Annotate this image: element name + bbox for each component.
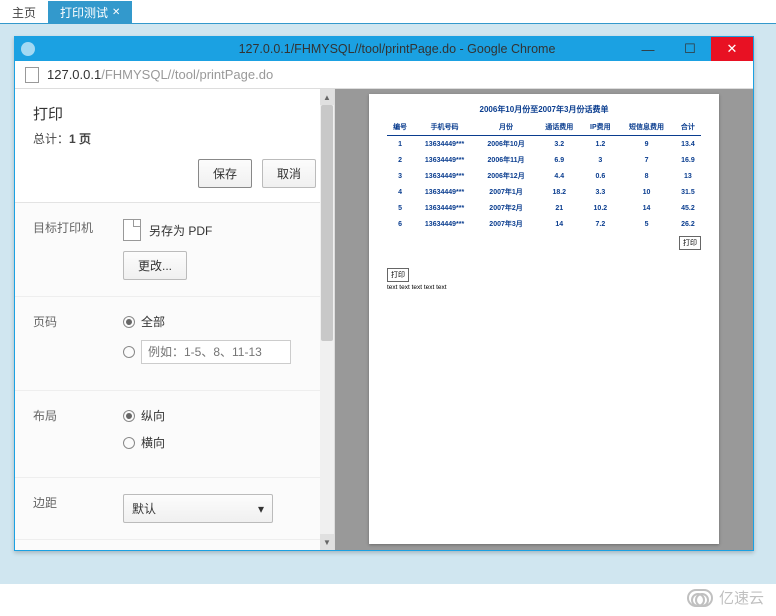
scroll-thumb[interactable] bbox=[321, 105, 333, 341]
layout-landscape-radio[interactable] bbox=[123, 437, 135, 449]
doc-title: 2006年10月份至2007年3月份话费单 bbox=[387, 104, 701, 115]
watermark-icon bbox=[687, 589, 713, 607]
address-bar[interactable]: 127.0.0.1/FHMYSQL//tool/printPage.do bbox=[15, 61, 753, 89]
table-header: 编号 bbox=[387, 119, 413, 136]
layout-label: 布局 bbox=[33, 407, 123, 461]
app-tab-bar: 主页 打印测试✕ bbox=[0, 0, 776, 24]
print-preview: 2006年10月份至2007年3月份话费单 编号手机号码月份通话费用IP费用短信… bbox=[335, 89, 753, 550]
table-header: 月份 bbox=[476, 119, 536, 136]
table-row: 513634449***2007年2月2110.21445.2 bbox=[387, 200, 701, 216]
table-header: 短信息费用 bbox=[618, 119, 675, 136]
print-total: 总计：1 页 bbox=[33, 130, 316, 147]
doc-print-button-2[interactable]: 打印 bbox=[387, 268, 409, 282]
chrome-window: 127.0.0.1/FHMYSQL//tool/printPage.do - G… bbox=[14, 36, 754, 551]
app-body: 127.0.0.1/FHMYSQL//tool/printPage.do - G… bbox=[0, 24, 776, 584]
minimize-button[interactable]: — bbox=[627, 37, 669, 61]
titlebar: 127.0.0.1/FHMYSQL//tool/printPage.do - G… bbox=[15, 37, 753, 61]
table-row: 113634449***2006年10月3.21.2913.4 bbox=[387, 136, 701, 153]
scroll-up-button[interactable]: ▲ bbox=[320, 89, 334, 105]
doc-print-button-1[interactable]: 打印 bbox=[679, 236, 701, 250]
pages-all-radio[interactable] bbox=[123, 316, 135, 328]
maximize-button[interactable]: ☐ bbox=[669, 37, 711, 61]
scroll-down-button[interactable]: ▼ bbox=[320, 534, 334, 550]
layout-portrait-radio[interactable] bbox=[123, 410, 135, 422]
pages-range-input[interactable] bbox=[141, 340, 291, 364]
print-panel: 打印 总计：1 页 保存 取消 目标打印机 另存为 PDF bbox=[15, 89, 335, 550]
table-row: 313634449***2006年12月4.40.6813 bbox=[387, 168, 701, 184]
margins-select[interactable]: 默认▾ bbox=[123, 494, 273, 523]
pages-label: 页码 bbox=[33, 313, 123, 374]
table-row: 213634449***2006年11月6.93716.9 bbox=[387, 152, 701, 168]
scrollbar[interactable]: ▲ ▼ bbox=[320, 89, 334, 550]
table-row: 413634449***2007年1月18.23.31031.5 bbox=[387, 184, 701, 200]
browser-icon bbox=[21, 42, 35, 56]
pages-range-radio[interactable] bbox=[123, 346, 135, 358]
table-header: 通话费用 bbox=[536, 119, 582, 136]
close-button[interactable]: ✕ bbox=[711, 37, 753, 61]
print-title: 打印 bbox=[33, 103, 316, 124]
data-table: 编号手机号码月份通话费用IP费用短信息费用合计 113634449***2006… bbox=[387, 119, 701, 232]
destination-value: 另存为 PDF bbox=[149, 222, 212, 239]
tab-home[interactable]: 主页 bbox=[0, 1, 48, 23]
doc-sample-text: text text text text text bbox=[387, 284, 701, 291]
table-header: IP费用 bbox=[582, 119, 618, 136]
url-path: /FHMYSQL//tool/printPage.do bbox=[101, 67, 273, 82]
margins-label: 边距 bbox=[33, 494, 123, 523]
change-destination-button[interactable]: 更改... bbox=[123, 251, 187, 280]
watermark: 亿速云 bbox=[687, 587, 764, 608]
destination-label: 目标打印机 bbox=[33, 219, 123, 280]
preview-page: 2006年10月份至2007年3月份话费单 编号手机号码月份通话费用IP费用短信… bbox=[369, 94, 719, 544]
pdf-icon bbox=[123, 219, 141, 241]
close-icon[interactable]: ✕ bbox=[112, 7, 120, 18]
table-header: 手机号码 bbox=[413, 119, 476, 136]
page-icon bbox=[25, 67, 39, 83]
tab-print-test[interactable]: 打印测试✕ bbox=[48, 1, 132, 23]
table-header: 合计 bbox=[675, 119, 701, 136]
url-host: 127.0.0.1 bbox=[47, 67, 101, 82]
print-settings: 目标打印机 另存为 PDF 更改... 页码 全部 bbox=[15, 203, 334, 550]
save-button[interactable]: 保存 bbox=[198, 159, 252, 188]
table-row: 613634449***2007年3月147.2526.2 bbox=[387, 216, 701, 232]
cancel-button[interactable]: 取消 bbox=[262, 159, 316, 188]
chevron-down-icon: ▾ bbox=[258, 502, 264, 516]
